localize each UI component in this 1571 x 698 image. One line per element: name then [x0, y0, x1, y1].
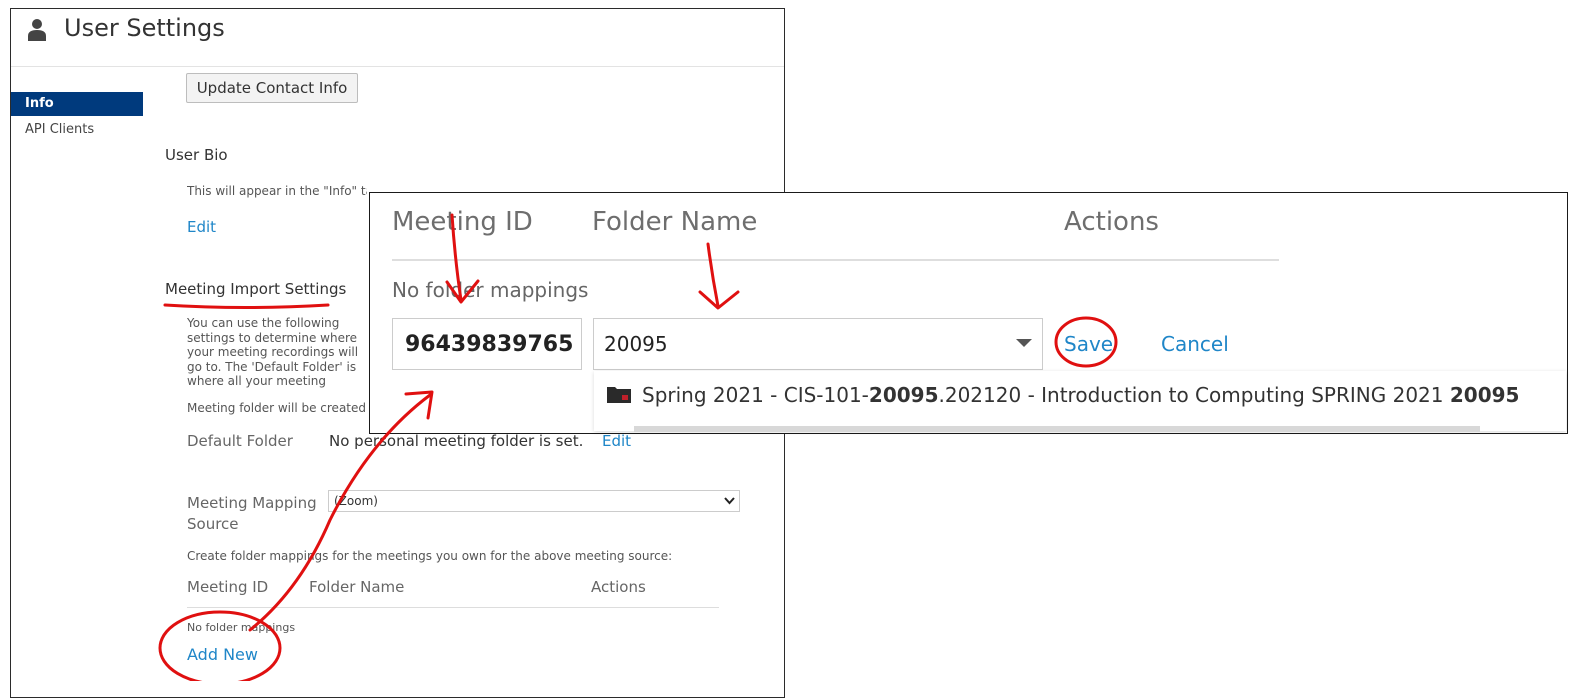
zoom-header-actions: Actions [1064, 207, 1159, 237]
user-bio-heading: User Bio [165, 146, 228, 164]
option-text-prefix: Spring 2021 - CIS-101- [642, 383, 869, 407]
add-new-link[interactable]: Add New [187, 645, 258, 664]
header-divider [11, 66, 784, 67]
create-mappings-note: Create folder mappings for the meetings … [187, 549, 673, 563]
folder-icon [607, 387, 631, 403]
default-folder-edit-link[interactable]: Edit [602, 432, 631, 450]
default-folder-label: Default Folder [187, 432, 293, 450]
folder-dropdown-option[interactable]: Spring 2021 - CIS-101-20095.202120 - Int… [606, 383, 1566, 407]
zoom-table-divider [392, 259, 1279, 261]
chevron-down-icon [724, 497, 735, 505]
folder-name-value: 20095 [604, 332, 668, 356]
user-bio-edit-link[interactable]: Edit [187, 218, 216, 236]
user-bio-description: This will appear in the "Info" tab of an… [187, 184, 367, 198]
page-title: User Settings [64, 14, 225, 42]
table-header-actions: Actions [591, 578, 646, 596]
option-text-match-1: 20095 [868, 383, 939, 407]
dropdown-scrollbar[interactable] [634, 426, 1480, 432]
save-link[interactable]: Save [1064, 332, 1113, 356]
table-empty-message: No folder mappings [187, 621, 296, 634]
meeting-import-heading: Meeting Import Settings [165, 280, 347, 298]
sidebar-item-api-clients[interactable]: API Clients [25, 122, 94, 137]
sidebar-item-info[interactable]: Info [11, 92, 143, 116]
cancel-link[interactable]: Cancel [1161, 332, 1229, 356]
zoom-header-folder-name: Folder Name [592, 207, 758, 237]
meeting-mapping-source-value: (Zoom) [334, 494, 378, 508]
caret-down-icon [1016, 339, 1032, 347]
default-folder-value: No personal meeting folder is set. [329, 432, 584, 450]
meeting-folder-note: Meeting folder will be created under the… [187, 401, 370, 415]
zoom-empty-message: No folder mappings [392, 278, 589, 302]
meeting-import-description: You can use the following settings to de… [187, 316, 359, 388]
update-contact-info-button[interactable]: Update Contact Info [186, 73, 358, 103]
table-header-meeting-id: Meeting ID [187, 578, 269, 596]
user-icon [28, 19, 46, 41]
table-divider [187, 607, 719, 608]
zoom-header-meeting-id: Meeting ID [392, 207, 533, 237]
meeting-mapping-source-label: Meeting Mapping Source [187, 494, 317, 533]
table-header-folder-name: Folder Name [309, 578, 405, 596]
folder-name-combobox[interactable]: 20095 [593, 318, 1043, 370]
option-text-match-2: 20095 [1449, 383, 1520, 407]
option-text-middle: .202120 - Introduction to Computing SPRI… [938, 383, 1450, 407]
meeting-mapping-source-select[interactable]: (Zoom) [328, 490, 740, 512]
meeting-id-input[interactable]: 96439839765 [392, 318, 582, 370]
